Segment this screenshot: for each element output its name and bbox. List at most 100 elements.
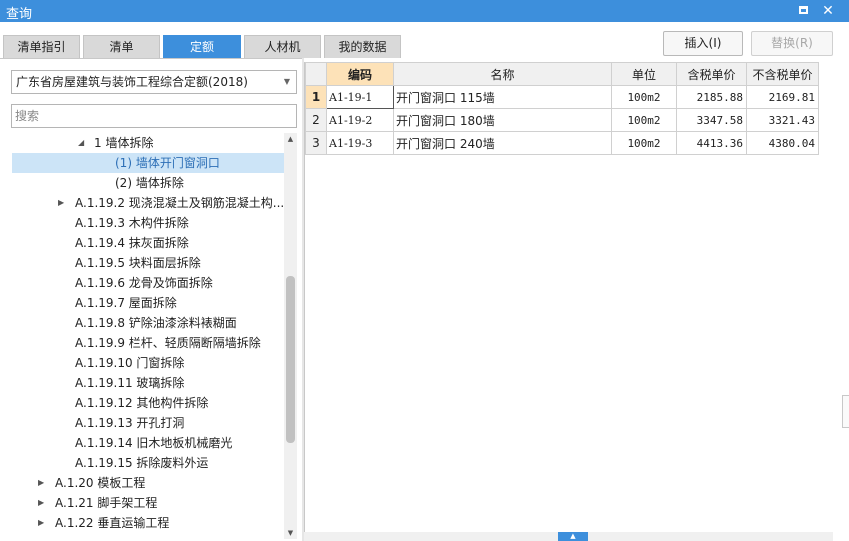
tree-node[interactable]: A.1.19.13 开孔打洞 [12, 413, 284, 433]
tab-my-data[interactable]: 我的数据 [324, 35, 401, 58]
cell-code[interactable]: A1-19-3 [326, 131, 394, 155]
close-icon: ✕ [822, 3, 834, 19]
cell-price-tax[interactable]: 4413.36 [676, 131, 747, 155]
tree-node[interactable]: ▶ A.1.19.2 现浇混凝土及钢筋混凝土构... [12, 193, 284, 213]
collapsed-triangle-icon[interactable]: ▶ [38, 493, 44, 513]
cell-price-notax[interactable]: 3321.43 [746, 108, 819, 132]
tree-node-label: A.1.19.3 木构件拆除 [75, 216, 189, 230]
tree-node-label: A.1.19.12 其他构件拆除 [75, 396, 209, 410]
tree-node[interactable]: A.1.19.5 块料面层拆除 [12, 253, 284, 273]
tree-node-label: A.1.19.11 玻璃拆除 [75, 376, 185, 390]
close-button[interactable]: ✕ [819, 2, 837, 20]
table-row[interactable]: 1 A1-19-1 开门窗洞口 115墙 100m2 2185.88 2169.… [305, 85, 819, 109]
tree-node[interactable]: A.1.19.6 龙骨及饰面拆除 [12, 273, 284, 293]
quota-library-value: 广东省房屋建筑与装饰工程综合定额(2018) [16, 75, 248, 89]
replace-button[interactable]: 替换(R) [751, 31, 833, 56]
title-bar: 查询 ✕ [0, 0, 849, 22]
tab-list[interactable]: 清单 [83, 35, 160, 58]
tree-node[interactable]: A.1.19.4 抹灰面拆除 [12, 233, 284, 253]
tab-label: 人材机 [264, 40, 301, 54]
cell-name[interactable]: 开门窗洞口 115墙 [393, 85, 612, 109]
tab-label: 清单 [109, 40, 134, 54]
tree-node-label: A.1.19.6 龙骨及饰面拆除 [75, 276, 213, 290]
tree-node[interactable]: ▶ A.1.22 垂直运输工程 [12, 513, 284, 533]
row-number: 2 [305, 108, 327, 132]
tree-node-label: 1 墙体拆除 [94, 136, 154, 150]
cell-unit[interactable]: 100m2 [611, 108, 677, 132]
grid-horizontal-scrollbar[interactable]: ▲ [304, 532, 833, 541]
quota-table: 编码 名称 单位 含税单价 不含税单价 1 A1-19-1 开门窗洞口 115墙… [305, 62, 819, 155]
tree-scrollbar[interactable]: ▲ ▼ [284, 133, 297, 539]
cell-price-notax[interactable]: 4380.04 [746, 131, 819, 155]
tab-materials[interactable]: 人材机 [244, 35, 321, 58]
insert-button[interactable]: 插入(I) [663, 31, 743, 56]
tree-node-label: A.1.22 垂直运输工程 [55, 516, 170, 530]
tree-node-label: A.1.19.7 屋面拆除 [75, 296, 177, 310]
cell-code[interactable]: A1-19-2 [326, 108, 394, 132]
tree-node-label: (2) 墙体拆除 [115, 176, 184, 190]
collapsed-triangle-icon[interactable]: ▶ [38, 473, 44, 493]
tree-node[interactable]: ▶ A.1.20 模板工程 [12, 473, 284, 493]
column-header-price-notax[interactable]: 不含税单价 [746, 62, 819, 86]
tree-node[interactable]: (2) 墙体拆除 [12, 173, 284, 193]
left-panel: 广东省房屋建筑与装饰工程综合定额(2018) ▼ ◢ 1 墙体拆除 (1) 墙体… [0, 58, 302, 541]
collapse-up-icon[interactable]: ▲ [558, 532, 588, 541]
tree-node[interactable]: ▶ A.1.21 脚手架工程 [12, 493, 284, 513]
collapsed-triangle-icon[interactable]: ▶ [58, 193, 64, 213]
table-row[interactable]: 2 A1-19-2 开门窗洞口 180墙 100m2 3347.58 3321.… [305, 108, 819, 132]
cell-price-notax[interactable]: 2169.81 [746, 85, 819, 109]
tree-node-label: A.1.19.2 现浇混凝土及钢筋混凝土构... [75, 196, 284, 210]
tab-list-guide[interactable]: 清单指引 [3, 35, 80, 58]
tree-node-label: (1) 墙体开门窗洞口 [115, 156, 220, 170]
window-title: 查询 [6, 7, 33, 22]
tab-label: 清单指引 [17, 40, 66, 54]
cell-price-tax[interactable]: 3347.58 [676, 108, 747, 132]
tree-node[interactable]: A.1.19.12 其他构件拆除 [12, 393, 284, 413]
cell-price-tax[interactable]: 2185.88 [676, 85, 747, 109]
row-number-header [305, 62, 327, 86]
tab-label: 定额 [189, 40, 214, 54]
tree-node[interactable]: ◢ 1 墙体拆除 [12, 133, 284, 153]
tree-node[interactable]: A.1.19.11 玻璃拆除 [12, 373, 284, 393]
maximize-icon [798, 6, 808, 14]
tab-label: 我的数据 [338, 40, 387, 54]
column-header-code[interactable]: 编码 [326, 62, 394, 86]
maximize-button[interactable] [794, 2, 812, 20]
expanded-triangle-icon[interactable]: ◢ [78, 133, 84, 153]
tree-node-label: A.1.21 脚手架工程 [55, 496, 158, 510]
cell-code[interactable]: A1-19-1 [326, 85, 394, 109]
chevron-down-icon: ▼ [283, 77, 290, 86]
tree-node[interactable]: A.1.19.15 拆除废料外运 [12, 453, 284, 473]
tree-node[interactable]: A.1.19.3 木构件拆除 [12, 213, 284, 233]
cell-unit[interactable]: 100m2 [611, 131, 677, 155]
collapsed-triangle-icon[interactable]: ▶ [38, 513, 44, 533]
tree-node[interactable]: A.1.19.14 旧木地板机械磨光 [12, 433, 284, 453]
tree-node[interactable]: A.1.19.10 门窗拆除 [12, 353, 284, 373]
search-input[interactable] [11, 104, 297, 128]
tree-node-selected[interactable]: (1) 墙体开门窗洞口 [12, 153, 284, 173]
column-header-price-tax[interactable]: 含税单价 [676, 62, 747, 86]
tree-node[interactable]: A.1.19.8 铲除油漆涂料裱糊面 [12, 313, 284, 333]
cell-unit[interactable]: 100m2 [611, 85, 677, 109]
scroll-up-icon[interactable]: ▲ [284, 133, 297, 145]
scroll-thumb[interactable] [286, 276, 295, 443]
column-header-unit[interactable]: 单位 [611, 62, 677, 86]
row-number: 1 [305, 85, 327, 109]
tree-node-label: A.1.19.8 铲除油漆涂料裱糊面 [75, 316, 237, 330]
scroll-down-icon[interactable]: ▼ [284, 527, 297, 539]
quota-tree: ◢ 1 墙体拆除 (1) 墙体开门窗洞口 (2) 墙体拆除 ▶ A.1.19.2… [12, 133, 284, 539]
column-header-name[interactable]: 名称 [393, 62, 612, 86]
quota-grid: 编码 名称 单位 含税单价 不含税单价 1 A1-19-1 开门窗洞口 115墙… [304, 62, 849, 541]
cell-name[interactable]: 开门窗洞口 180墙 [393, 108, 612, 132]
table-row[interactable]: 3 A1-19-3 开门窗洞口 240墙 100m2 4413.36 4380.… [305, 131, 819, 155]
tree-node[interactable]: A.1.19.7 屋面拆除 [12, 293, 284, 313]
cell-name[interactable]: 开门窗洞口 240墙 [393, 131, 612, 155]
tree-node-label: A.1.20 模板工程 [55, 476, 146, 490]
tree-node-label: A.1.19.15 拆除废料外运 [75, 456, 209, 470]
row-number: 3 [305, 131, 327, 155]
side-panel-handle[interactable] [842, 395, 849, 428]
tab-quota[interactable]: 定额 [163, 35, 241, 58]
tree-node-label: A.1.19.5 块料面层拆除 [75, 256, 201, 270]
quota-library-select[interactable]: 广东省房屋建筑与装饰工程综合定额(2018) ▼ [11, 70, 297, 94]
tree-node[interactable]: A.1.19.9 栏杆、轻质隔断隔墙拆除 [12, 333, 284, 353]
